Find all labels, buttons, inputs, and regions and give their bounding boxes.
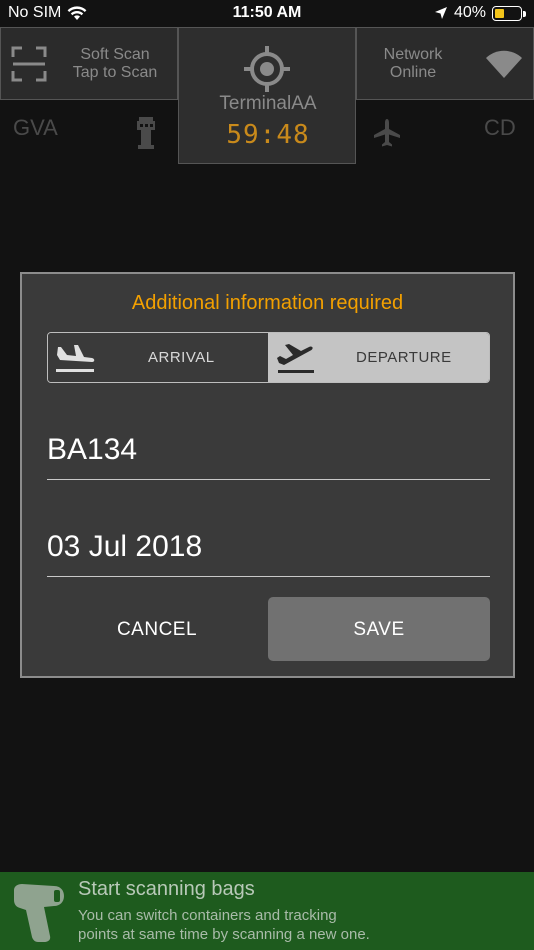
target-icon — [244, 46, 290, 92]
plane-takeoff-icon — [277, 344, 314, 373]
terminal-tile[interactable]: TerminalAA 59:48 — [178, 27, 356, 164]
route-origin: GVA — [13, 115, 58, 140]
network-text: Network Online — [365, 46, 461, 82]
save-button[interactable]: SAVE — [268, 597, 490, 661]
soft-scan-line2: Tap to Scan — [72, 64, 158, 81]
status-bar: No SIM 11:50 AM 40% — [0, 0, 534, 28]
banner-title: Start scanning bags — [78, 878, 255, 900]
date-field[interactable]: 03 Jul 2018 — [47, 517, 490, 577]
airplane-icon — [374, 119, 400, 147]
banner-subtitle: You can switch containers and tracking p… — [78, 907, 370, 943]
arrival-segment[interactable]: ARRIVAL — [48, 333, 268, 382]
scan-frame-icon — [11, 46, 47, 82]
battery-percent: 40% — [453, 4, 486, 21]
direction-segmented-control: ARRIVAL DEPARTURE — [47, 332, 490, 383]
departure-segment[interactable]: DEPARTURE — [268, 333, 489, 382]
network-line2: Online — [389, 64, 437, 81]
wifi-icon — [486, 50, 522, 78]
save-label: SAVE — [353, 619, 405, 640]
control-tower-icon — [137, 117, 155, 149]
dialog-title: Additional information required — [131, 292, 404, 314]
departure-label: DEPARTURE — [356, 349, 452, 366]
cancel-label: CANCEL — [116, 619, 198, 640]
battery-fill — [495, 8, 504, 18]
soft-scan-button[interactable]: Soft Scan Tap to Scan — [0, 27, 178, 100]
flight-number-value: BA134 — [47, 433, 138, 466]
network-line1: Network — [383, 46, 443, 63]
battery-tip — [523, 10, 526, 17]
date-value: 03 Jul 2018 — [47, 530, 203, 563]
location-arrow-icon — [434, 7, 447, 19]
soft-scan-text: Soft Scan Tap to Scan — [59, 46, 171, 82]
battery-icon — [492, 5, 526, 21]
soft-scan-line1: Soft Scan — [80, 46, 150, 63]
route-destination: CD — [484, 115, 516, 140]
terminal-name: TerminalAA — [219, 93, 317, 114]
arrival-label: ARRIVAL — [148, 349, 215, 366]
barcode-scanner-icon — [14, 884, 64, 942]
start-scanning-banner[interactable]: Start scanning bags You can switch conta… — [0, 872, 534, 950]
additional-info-dialog: Additional information required ARRIVAL … — [20, 272, 515, 678]
plane-landing-icon — [56, 345, 95, 372]
network-status-tile[interactable]: Network Online — [356, 27, 534, 100]
flight-number-field[interactable]: BA134 — [47, 420, 490, 480]
status-right: 40% — [434, 4, 526, 22]
terminal-timer: 59:48 — [226, 120, 310, 150]
cancel-button[interactable]: CANCEL — [47, 597, 267, 661]
